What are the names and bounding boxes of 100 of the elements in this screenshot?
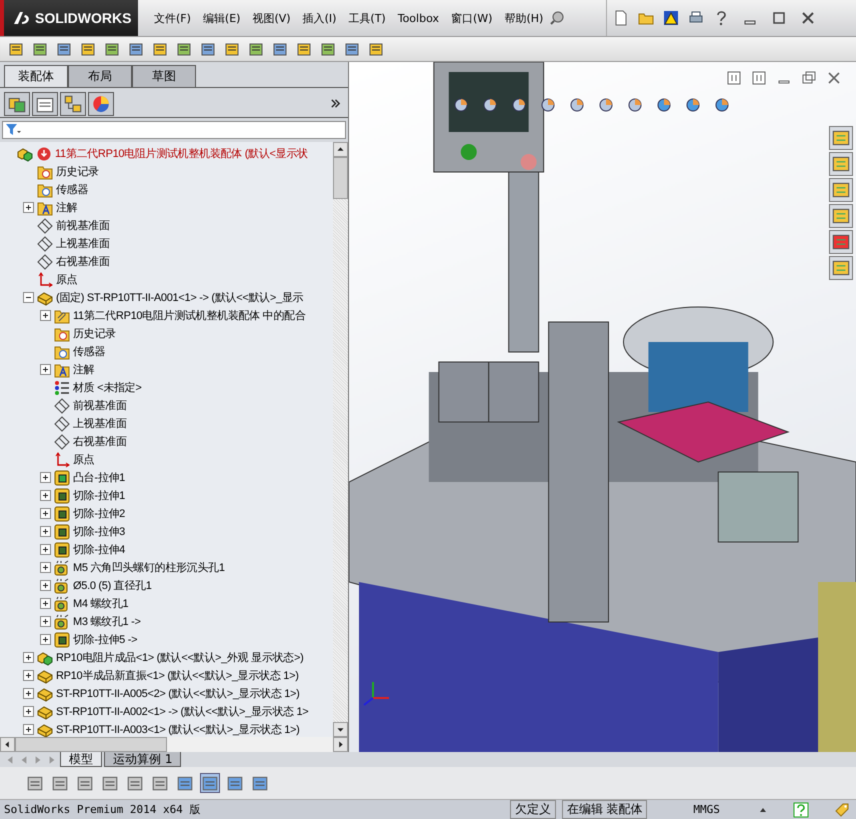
material-icon: [54, 380, 70, 396]
tree-item[interactable]: M4 螺纹孔1: [73, 596, 128, 612]
caret-up-icon[interactable]: [759, 806, 768, 814]
menu-item[interactable]: 文件(F): [148, 10, 197, 26]
menu-item[interactable]: Toolbox: [392, 12, 445, 24]
panel-tab[interactable]: 装配体: [4, 64, 68, 87]
tree-item[interactable]: 右视基准面: [73, 434, 127, 450]
hole-icon: [54, 578, 70, 594]
expand-toggle[interactable]: [23, 688, 34, 700]
scroll-right-button[interactable]: [333, 736, 348, 752]
scroll-up-button[interactable]: [333, 142, 348, 157]
tree-item[interactable]: ST-RP10TT-II-A005<2> (默认<<默认>_显示状态 1>): [56, 686, 300, 702]
expand-toggle[interactable]: [40, 598, 51, 610]
panel-tab[interactable]: 草图: [132, 64, 196, 87]
model-tab[interactable]: 运动算例 1: [104, 752, 182, 768]
expand-toggle[interactable]: [40, 616, 51, 628]
tree-item[interactable]: 切除-拉伸1: [73, 488, 125, 504]
tree-item[interactable]: 切除-拉伸4: [73, 542, 125, 558]
expand-toggle[interactable]: [40, 490, 51, 502]
tree-item[interactable]: 切除-拉伸2: [73, 506, 125, 522]
tree-item[interactable]: 11第二代RP10电阻片测试机整机装配体 中的配合: [73, 308, 306, 324]
plane-icon: [37, 218, 53, 234]
tree-item[interactable]: 历史记录: [56, 164, 99, 180]
ds-logo-icon: [12, 10, 32, 26]
expand-toggle[interactable]: [40, 526, 51, 538]
expand-toggle[interactable]: [40, 544, 51, 556]
tree-item[interactable]: (固定) ST-RP10TT-II-A001<1> -> (默认<<默认>_显示: [56, 290, 304, 306]
expand-toggle[interactable]: [23, 724, 34, 736]
expand-toggle[interactable]: [40, 364, 51, 376]
tree-item[interactable]: 上视基准面: [56, 236, 110, 252]
plane-icon: [37, 236, 53, 252]
expand-toggle[interactable]: [40, 562, 51, 574]
feature-tree-tab-icon[interactable]: [4, 92, 30, 116]
menu-item[interactable]: 窗口(W): [444, 10, 498, 26]
menu-item[interactable]: 帮助(H): [498, 10, 550, 26]
menu-item[interactable]: 工具(T): [342, 10, 392, 26]
pin-icon[interactable]: [549, 10, 566, 26]
tree-item[interactable]: 切除-拉伸3: [73, 524, 125, 540]
tag-icon[interactable]: [834, 802, 850, 818]
tree-item[interactable]: 上视基准面: [73, 416, 127, 432]
menu-item[interactable]: 视图(V): [246, 10, 297, 26]
filter-field[interactable]: [2, 120, 346, 139]
tree-item[interactable]: 材质 <未指定>: [73, 380, 142, 396]
tree-item[interactable]: ST-RP10TT-II-A002<1> -> (默认<<默认>_显示状态 1>: [56, 704, 308, 720]
expand-toggle[interactable]: [40, 634, 51, 646]
plane-icon: [54, 416, 70, 432]
restore-icon[interactable]: [801, 70, 817, 86]
tree-item[interactable]: M5 六角凹头螺钉的柱形沉头孔1: [73, 560, 225, 576]
tree-item[interactable]: 11第二代RP10电阻片测试机整机装配体 (默认<显示状: [55, 146, 308, 162]
tree-item[interactable]: 凸台-拉伸1: [73, 470, 125, 486]
property-tab-icon[interactable]: [32, 92, 58, 116]
tile-left-icon[interactable]: [726, 70, 742, 86]
tree-item[interactable]: 历史记录: [73, 326, 116, 342]
menu-item[interactable]: 插入(I): [296, 10, 342, 26]
scroll-left-button[interactable]: [0, 736, 15, 752]
tree-item[interactable]: Ø5.0 (5) 直径孔1: [73, 578, 152, 594]
tree-item[interactable]: ST-RP10TT-II-A003<1> (默认<<默认>_显示状态 1>): [56, 722, 300, 737]
expand-toggle[interactable]: [23, 652, 34, 664]
hole-icon: [54, 596, 70, 612]
scrollbar-thumb[interactable]: [333, 156, 348, 199]
expand-toggle[interactable]: [23, 292, 34, 304]
tree-item[interactable]: 注解: [73, 362, 94, 378]
appearance-tab-icon[interactable]: [88, 92, 114, 116]
expand-toggle[interactable]: [23, 706, 34, 718]
tree-item[interactable]: 注解: [56, 200, 78, 216]
expand-toggle[interactable]: [40, 508, 51, 520]
menu-item[interactable]: 编辑(E): [196, 10, 246, 26]
model-tab[interactable]: 模型: [60, 752, 102, 768]
tree-item[interactable]: 右视基准面: [56, 254, 110, 270]
scroll-down-button[interactable]: [333, 722, 348, 737]
units-status[interactable]: MMGS: [693, 803, 754, 816]
tree-item[interactable]: 前视基准面: [73, 398, 127, 414]
expand-toggle[interactable]: [40, 580, 51, 592]
tree-item[interactable]: 前视基准面: [56, 218, 110, 234]
tile-right-icon[interactable]: [751, 70, 767, 86]
expand-toggle[interactable]: [23, 202, 34, 214]
tree-item[interactable]: M3 螺纹孔1 ->: [73, 614, 141, 630]
panel-tab[interactable]: 布局: [68, 64, 132, 87]
close-icon[interactable]: [826, 70, 842, 86]
status-text: SolidWorks Premium 2014 x64 版: [4, 802, 202, 818]
tree-item[interactable]: 传感器: [56, 182, 88, 198]
tree-item[interactable]: RP10电阻片成品<1> (默认<<默认>_外观 显示状态>): [56, 650, 304, 666]
expand-toggle[interactable]: [40, 310, 51, 322]
close-icon[interactable]: [800, 10, 816, 26]
tree-item[interactable]: 传感器: [73, 344, 106, 360]
expand-toggle[interactable]: [23, 670, 34, 682]
tree-item[interactable]: RP10半成品新直振<1> (默认<<默认>_显示状态 1>): [56, 668, 299, 684]
folder-gauge-icon: [54, 344, 70, 360]
scrollbar-thumb[interactable]: [15, 736, 167, 752]
folder-clock-icon: [54, 326, 70, 342]
tree-item[interactable]: 原点: [73, 452, 94, 468]
tree-item[interactable]: 原点: [56, 272, 78, 288]
expand-toggle[interactable]: [40, 472, 51, 484]
double-chevron-icon[interactable]: [330, 98, 341, 110]
configuration-tab-icon[interactable]: [60, 92, 86, 116]
blocks-icon: [17, 146, 33, 162]
plane-icon: [54, 398, 70, 414]
tree-item[interactable]: 切除-拉伸5 ->: [73, 632, 138, 648]
block-icon: [37, 668, 53, 684]
maximize-icon[interactable]: [771, 10, 787, 26]
